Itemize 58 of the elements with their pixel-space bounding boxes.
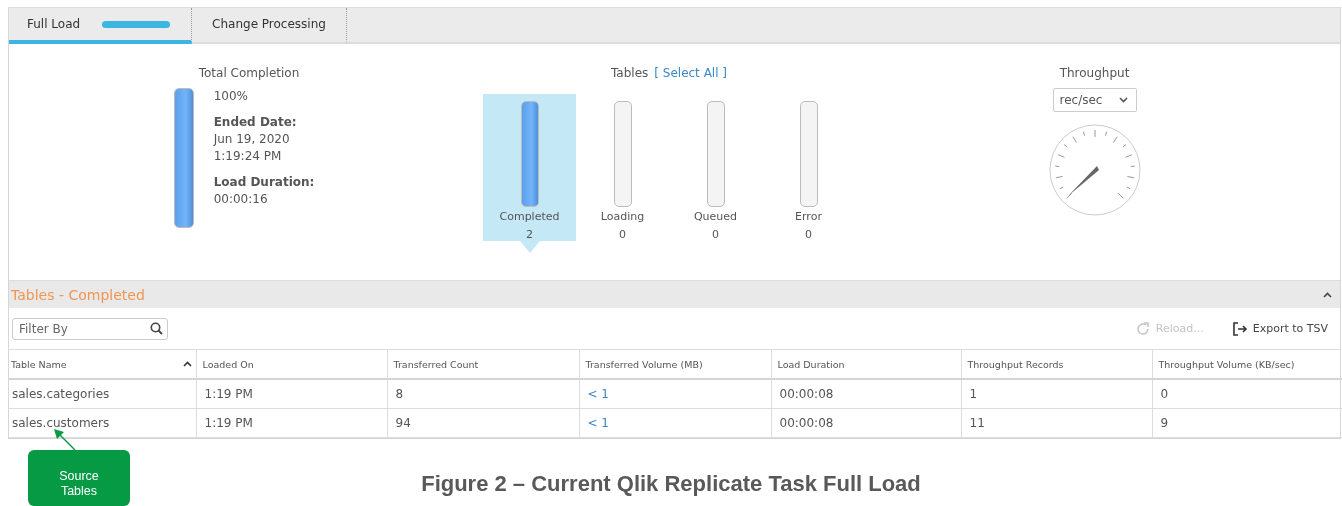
table-cell: sales.categories [9,379,196,409]
export-icon [1231,320,1248,337]
status-item[interactable]: Loading 0 [576,94,669,241]
column-header[interactable]: Transferred Count [387,350,579,379]
unit-dropdown[interactable]: rec/sec [1052,88,1137,112]
column-header[interactable]: Load Duration [771,350,961,379]
table-cell: 9 [1152,408,1342,438]
status-count: 0 [712,228,719,241]
callout-label: Source Tables [28,450,130,506]
section-title: Total Completion [198,66,300,80]
refresh-icon [1134,320,1151,337]
status-count: 2 [526,228,533,241]
tab[interactable]: Full Load [9,8,192,44]
status-label: Error [795,210,822,223]
tab[interactable]: Change Processing [192,8,347,44]
table-cell: 1:19 PM [196,408,387,438]
column-header[interactable]: Throughput Records [961,350,1152,379]
status-count: 0 [619,228,626,241]
section-title: Tables - Completed [11,286,145,303]
pointer-icon [520,241,540,253]
column-header[interactable]: Throughput Volume (KB/sec) [1152,350,1342,379]
select-all-link[interactable]: [ Select All ] [654,66,727,80]
search-icon[interactable] [150,321,163,335]
date-text: Jun 19, 2020 [213,131,291,148]
column-label: Table Name [11,358,67,370]
status-item[interactable]: Error 0 [762,94,855,241]
table-cell-link[interactable]: < 1 [579,379,771,409]
table-cell: 00:00:08 [771,408,961,438]
column-header[interactable]: Table Name [9,350,196,379]
filter-field[interactable]: Filter By [12,317,168,340]
status-label: Completed [499,210,560,223]
chevron-down-icon [1118,97,1128,103]
status-count: 0 [805,228,812,241]
table-cell-link[interactable]: < 1 [579,408,771,438]
time-text: 1:19:24 PM [213,148,283,165]
table-cell: 8 [387,379,579,409]
field-label: Load Duration: [213,174,315,191]
table-cell: 00:00:08 [771,379,961,409]
table-cell: 94 [387,408,579,438]
status-label: Queued [693,210,738,223]
duration-text: 00:00:16 [213,191,269,208]
table-cell: 1 [961,379,1152,409]
arrow-icon [52,427,78,451]
section-title: Throughput [1059,66,1130,80]
gauge-icon [1048,124,1141,216]
status-item[interactable]: Queued 0 [669,94,762,241]
column-header[interactable]: Loaded On [196,350,387,379]
status-label: Loading [600,210,645,223]
table-cell: 11 [961,408,1152,438]
figure-caption: Figure 2 – Current Qlik Replicate Task Full Load [421,471,921,497]
chevron-up-icon[interactable] [1323,291,1332,298]
section-title: Tables [611,66,649,80]
field-label: Ended Date: [213,114,298,131]
percent-text: 100% [213,88,249,105]
export-button[interactable]: Export to TSV [1231,320,1328,337]
column-header[interactable]: Transferred Volume (MB) [579,350,771,379]
table-cell: 1:19 PM [196,379,387,409]
table-cell: 0 [1152,379,1342,409]
